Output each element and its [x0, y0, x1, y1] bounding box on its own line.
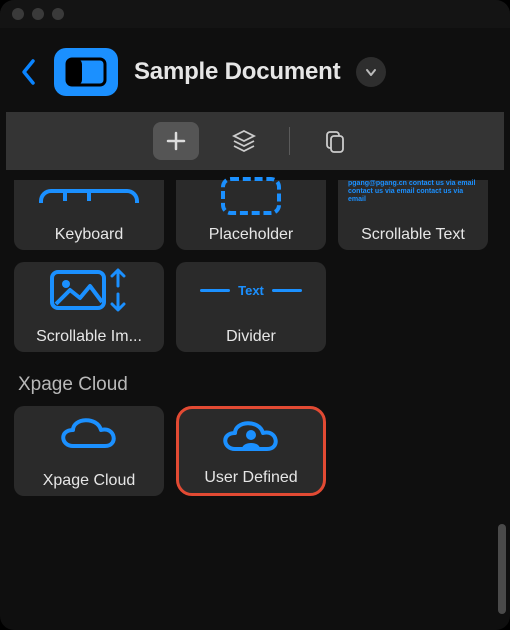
minimize-dot[interactable] — [32, 8, 44, 20]
tile-label: Keyboard — [55, 226, 124, 244]
tile-label: Divider — [226, 328, 276, 346]
tile-scrollable-image[interactable]: Scrollable Im... — [14, 262, 164, 352]
header: Sample Document — [0, 28, 510, 108]
tile-placeholder[interactable]: Placeholder — [176, 180, 326, 250]
toolbar — [6, 112, 504, 170]
back-button[interactable] — [20, 57, 38, 87]
tile-label: Placeholder — [209, 226, 294, 244]
layers-button[interactable] — [221, 122, 267, 160]
sidebar-icon — [65, 57, 107, 87]
titlebar — [0, 0, 510, 28]
toolbar-separator — [289, 127, 290, 155]
plus-icon — [165, 130, 187, 152]
layers-icon — [231, 128, 257, 154]
tile-keyboard[interactable]: Keyboard — [14, 180, 164, 250]
tile-label: Xpage Cloud — [43, 472, 136, 490]
tile-row-cloud: Xpage Cloud User Defined — [14, 406, 496, 496]
scrollable-image-icon — [14, 268, 164, 312]
tile-divider[interactable]: Text Divider — [176, 262, 326, 352]
tile-user-defined[interactable]: User Defined — [176, 406, 326, 496]
scrollbar-thumb[interactable] — [498, 524, 506, 614]
keyboard-icon — [14, 174, 164, 218]
scrollable-text-icon: pgang@pgang.cn contact us via email cont… — [338, 180, 488, 224]
divider-icon: Text — [176, 268, 326, 312]
close-dot[interactable] — [12, 8, 24, 20]
zoom-dot[interactable] — [52, 8, 64, 20]
document-title: Sample Document — [134, 58, 340, 86]
chevron-down-icon — [364, 65, 378, 79]
tile-scrollable-text[interactable]: pgang@pgang.cn contact us via email cont… — [338, 180, 488, 250]
tile-label: Scrollable Text — [361, 226, 465, 244]
clipboard-button[interactable] — [312, 122, 358, 160]
section-header-xpage-cloud: Xpage Cloud — [18, 374, 496, 396]
sidebar-toggle-button[interactable] — [54, 48, 118, 96]
tile-label: User Defined — [204, 469, 297, 487]
document-dropdown[interactable] — [356, 57, 386, 87]
placeholder-icon — [176, 174, 326, 218]
tile-row-partial: Keyboard Placeholder pgang@pgang.cn cont… — [14, 180, 496, 250]
cloud-icon — [14, 412, 164, 456]
tile-xpage-cloud[interactable]: Xpage Cloud — [14, 406, 164, 496]
tile-row-2: Scrollable Im... Text Divider — [14, 262, 496, 352]
cloud-user-icon — [179, 415, 323, 459]
clipboard-icon — [322, 128, 348, 154]
component-palette: Keyboard Placeholder pgang@pgang.cn cont… — [0, 170, 510, 628]
tile-label: Scrollable Im... — [36, 328, 142, 346]
add-button[interactable] — [153, 122, 199, 160]
app-window: Sample Document — [0, 0, 510, 630]
